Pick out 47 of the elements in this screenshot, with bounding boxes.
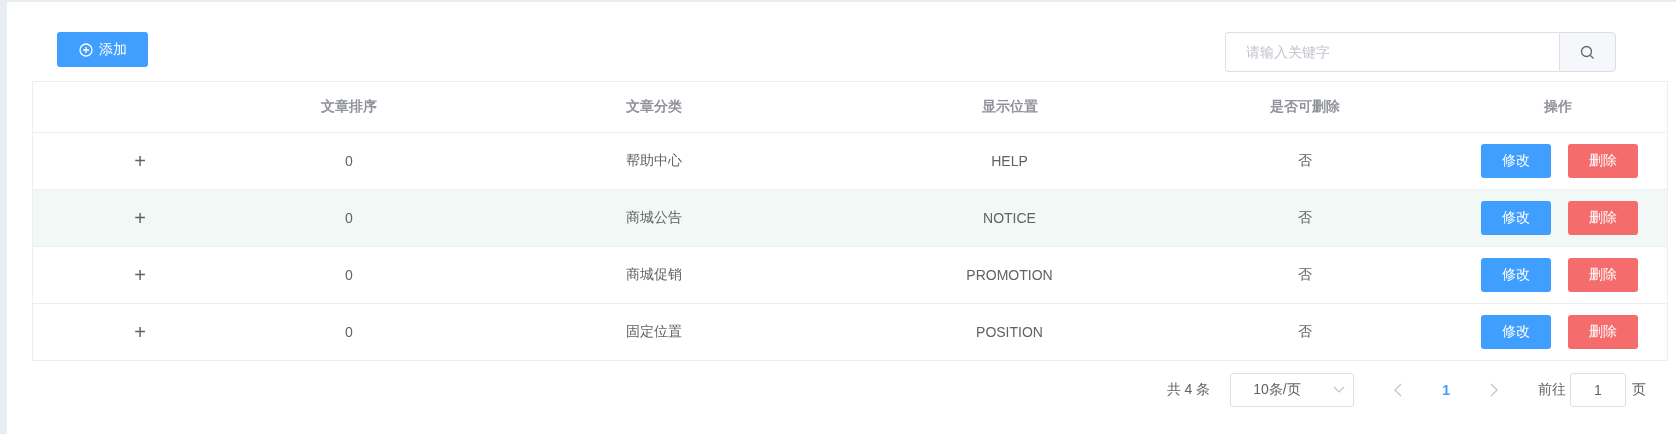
search-button[interactable]	[1559, 32, 1616, 72]
expand-toggle[interactable]: +	[134, 151, 146, 171]
table-cell: POSITION	[976, 324, 1043, 340]
delete-button[interactable]: 删除	[1568, 315, 1638, 349]
table-cell: 0	[345, 210, 353, 226]
search-icon	[1580, 44, 1595, 60]
table-cell: 商城公告	[626, 209, 682, 227]
table-cell: 0	[345, 324, 353, 340]
add-button[interactable]: 添加	[57, 32, 148, 67]
table-cell: 否	[1298, 266, 1312, 284]
table-cell: 固定位置	[626, 323, 682, 341]
chevron-down-icon	[1333, 386, 1346, 394]
column-header: 显示位置	[981, 98, 1038, 116]
table-cell: 否	[1298, 209, 1312, 227]
page-input[interactable]: 1	[1570, 373, 1626, 407]
table-cell: 否	[1298, 152, 1312, 170]
search-field[interactable]: 请输入关键字	[1225, 32, 1559, 72]
goto-label: 前往	[1538, 381, 1566, 399]
column-header: 操作	[1543, 98, 1572, 116]
table-cell: HELP	[991, 153, 1028, 169]
delete-button[interactable]: 删除	[1568, 144, 1638, 178]
edit-button[interactable]: 修改	[1481, 144, 1551, 178]
table-cell: 0	[345, 267, 353, 283]
chevron-right-icon	[1490, 383, 1498, 397]
column-header: 文章排序	[321, 98, 377, 116]
chevron-left-icon	[1394, 383, 1403, 397]
page-size-select[interactable]: 10条/页	[1230, 373, 1355, 407]
expand-toggle[interactable]: +	[134, 265, 146, 285]
delete-button[interactable]: 删除	[1568, 258, 1638, 292]
page-unit-label: 页	[1632, 381, 1646, 399]
edit-button[interactable]: 修改	[1481, 201, 1551, 235]
total-count: 共 4 条	[1166, 381, 1211, 399]
page-number[interactable]: 1	[1412, 382, 1480, 398]
expand-toggle[interactable]: +	[134, 322, 146, 342]
table-cell: PROMOTION	[966, 267, 1053, 283]
table-cell: 帮助中心	[626, 152, 682, 170]
edit-button[interactable]: 修改	[1481, 258, 1551, 292]
edit-button[interactable]: 修改	[1481, 315, 1551, 349]
plus-circle-icon	[78, 42, 93, 57]
delete-button[interactable]: 删除	[1568, 201, 1638, 235]
table-cell: 商城促销	[626, 266, 682, 284]
table-cell: NOTICE	[983, 210, 1036, 226]
table-cell: 否	[1298, 323, 1312, 341]
column-header: 文章分类	[626, 98, 682, 116]
column-header: 是否可删除	[1270, 98, 1340, 116]
table-cell: 0	[345, 153, 353, 169]
expand-toggle[interactable]: +	[134, 208, 146, 228]
